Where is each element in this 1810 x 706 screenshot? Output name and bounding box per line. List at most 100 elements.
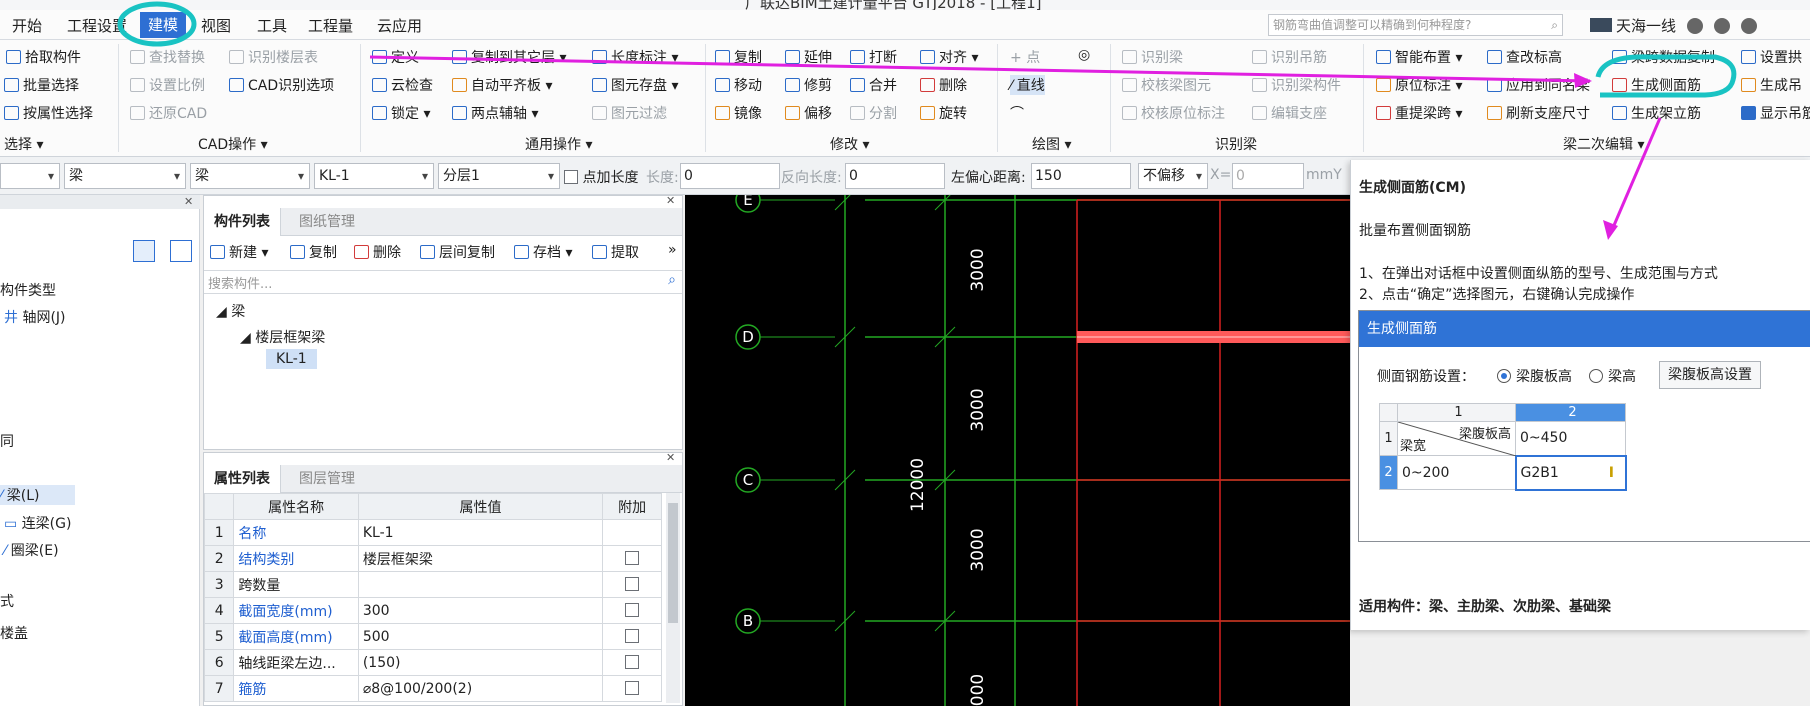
trim-button[interactable]: 修剪 — [785, 75, 832, 95]
attach-checkbox[interactable] — [625, 628, 640, 643]
smart-layout-button[interactable]: 智能布置 ▾ — [1376, 47, 1462, 67]
length-dimension-button[interactable]: 长度标注 ▾ — [592, 47, 678, 67]
tree-node-kl1[interactable]: KL-1 — [266, 349, 317, 369]
scrollbar[interactable] — [666, 493, 680, 703]
property-value[interactable]: (150) — [357, 649, 604, 676]
copy-to-other-floor-button[interactable]: 复制到其它层 ▾ — [452, 47, 566, 67]
menu-tools[interactable]: 工具 — [257, 15, 287, 36]
pick-component-button[interactable]: 拾取构件 — [6, 47, 81, 67]
draw-arc-button[interactable]: ⌒ — [1010, 103, 1024, 123]
radio-beam-height[interactable]: 梁高 — [1589, 366, 1636, 386]
close-icon[interactable]: ✕ — [666, 451, 675, 464]
generate-hanger-button[interactable]: 生成吊 — [1741, 75, 1802, 95]
nav-item-axis[interactable]: 井 轴网(J) — [4, 307, 66, 327]
bell-icon[interactable] — [1687, 18, 1703, 34]
copy-button[interactable]: 复制 — [715, 47, 762, 67]
identify-hanger-button[interactable]: 识别吊筋 — [1252, 47, 1327, 67]
tab-component-list[interactable]: 构件列表 — [204, 208, 281, 236]
nav-item-beam[interactable]: ⁄ 梁(L) — [0, 485, 75, 505]
length-input[interactable]: 0 — [680, 163, 780, 189]
table-row[interactable]: 6 轴线距梁左边... (150) — [203, 649, 662, 676]
nav-item-ring-beam[interactable]: ⁄ 圈梁(E) — [4, 540, 59, 560]
align-button[interactable]: 对齐 ▾ — [920, 47, 978, 67]
group-general-label[interactable]: 通用操作 ▾ — [525, 134, 592, 154]
reverse-length-input[interactable]: 0 — [845, 163, 945, 189]
mirror-button[interactable]: 镜像 — [715, 103, 762, 123]
delete-button[interactable]: 删除 — [354, 242, 401, 262]
refresh-support-size-button[interactable]: 刷新支座尺寸 — [1487, 103, 1590, 123]
copy-button[interactable]: 复制 — [290, 242, 337, 262]
property-value[interactable]: ⌀8@100/200(2) — [357, 675, 604, 702]
left-offset-input[interactable]: 150 — [1031, 163, 1131, 189]
component-select[interactable]: KL-1 — [314, 163, 434, 189]
menu-quantity[interactable]: 工程量 — [308, 15, 353, 36]
attach-checkbox[interactable] — [625, 680, 640, 695]
apply-same-name-button[interactable]: 应用到同名梁 — [1487, 75, 1590, 95]
grid-cell[interactable]: 0~450 — [1515, 421, 1626, 456]
rotate-button[interactable]: 旋转 — [920, 103, 967, 123]
floor-copy-button[interactable]: 层间复制 — [420, 242, 495, 262]
re-extract-span-button[interactable]: 重提梁跨 ▾ — [1376, 103, 1462, 123]
attach-checkbox[interactable] — [625, 576, 640, 591]
type-select[interactable]: 梁 — [190, 163, 310, 189]
extract-button[interactable]: 提取 — [592, 242, 639, 262]
floor-select[interactable] — [0, 163, 60, 189]
component-search-input[interactable]: 搜索构件... ⌕ — [204, 270, 682, 294]
help-search-input[interactable]: 钢筋弯曲值调整可以精确到何种程度? ⌕ — [1268, 14, 1563, 36]
tree-node-frame-beam[interactable]: ◢ 楼层框架梁 — [240, 327, 325, 347]
close-icon[interactable]: ✕ — [184, 195, 193, 208]
drawing-canvas[interactable]: E D C B 3000 3000 3000 000 12000 — [685, 195, 1350, 706]
menu-start[interactable]: 开始 — [12, 15, 42, 36]
add-length-checkbox[interactable]: 点加长度 — [564, 167, 638, 187]
auto-align-slab-button[interactable]: 自动平齐板 ▾ — [452, 75, 552, 95]
identify-beam-component-button[interactable]: 识别梁构件 — [1252, 75, 1341, 95]
define-button[interactable]: 定义 — [372, 47, 419, 67]
attach-checkbox[interactable] — [625, 654, 640, 669]
property-value[interactable]: KL-1 — [357, 519, 604, 546]
offset-button[interactable]: 偏移 — [785, 103, 832, 123]
draw-circle-button[interactable]: ◎ — [1078, 47, 1090, 63]
set-scale-button[interactable]: 设置比例 — [130, 75, 205, 95]
merge-button[interactable]: 合并 — [850, 75, 897, 95]
set-arch-button[interactable]: 设置拱 — [1741, 47, 1802, 67]
archive-button[interactable]: 存档 ▾ — [514, 242, 572, 262]
tab-layer-manager[interactable]: 图层管理 — [289, 465, 365, 493]
group-select-label[interactable]: 选择 ▾ — [4, 134, 43, 154]
delete-button[interactable]: 删除 — [920, 75, 967, 95]
table-row[interactable]: 3 跨数量 — [203, 571, 662, 598]
tree-node-beam[interactable]: ◢ 梁 — [216, 301, 245, 321]
menu-modeling[interactable]: 建模 — [140, 12, 187, 38]
group-modify-label[interactable]: 修改 ▾ — [830, 134, 869, 154]
more-icon[interactable]: » — [668, 242, 677, 258]
menu-cloud[interactable]: 云应用 — [377, 15, 422, 36]
lock-button[interactable]: 锁定 ▾ — [372, 103, 430, 123]
scrollbar-thumb[interactable] — [668, 503, 678, 623]
identify-floor-table-button[interactable]: 识别楼层表 — [229, 47, 318, 67]
store-element-button[interactable]: 图元存盘 ▾ — [592, 75, 678, 95]
radio-web-height[interactable]: 梁腹板高 — [1497, 366, 1572, 386]
split-button[interactable]: 分割 — [850, 103, 897, 123]
check-position-mark-button[interactable]: 校核原位标注 — [1122, 103, 1225, 123]
two-point-axis-button[interactable]: 两点辅轴 ▾ — [452, 103, 538, 123]
restore-cad-button[interactable]: 还原CAD — [130, 103, 207, 123]
position-mark-button[interactable]: 原位标注 ▾ — [1376, 75, 1462, 95]
check-beam-button[interactable]: 校核梁图元 — [1122, 75, 1211, 95]
layer-select[interactable]: 分层1 — [438, 163, 560, 189]
check-elevation-button[interactable]: 查改标高 — [1487, 47, 1562, 67]
cad-identify-options-button[interactable]: CAD识别选项 — [229, 75, 334, 95]
show-hanger-toggle[interactable]: 显示吊筋 — [1741, 103, 1810, 123]
table-row[interactable]: 4 截面宽度(mm) 300 — [203, 597, 662, 624]
property-value[interactable] — [357, 571, 604, 598]
chat-icon[interactable] — [1714, 18, 1730, 34]
cloud-check-button[interactable]: 云检查 — [372, 75, 433, 95]
select-by-attribute-button[interactable]: 按属性选择 — [4, 103, 93, 123]
draw-line-button[interactable]: ⁄ 直线 — [1010, 75, 1045, 95]
move-button[interactable]: 移动 — [715, 75, 762, 95]
tab-drawing-manager[interactable]: 图纸管理 — [289, 208, 365, 236]
grid-view-icon[interactable] — [170, 240, 192, 262]
close-icon[interactable]: ✕ — [666, 194, 675, 207]
menu-project-settings[interactable]: 工程设置 — [67, 15, 127, 36]
group-cad-label[interactable]: CAD操作 ▾ — [198, 134, 268, 154]
attach-checkbox[interactable] — [625, 550, 640, 565]
generate-erection-rebar-button[interactable]: 生成架立筋 — [1612, 103, 1701, 123]
